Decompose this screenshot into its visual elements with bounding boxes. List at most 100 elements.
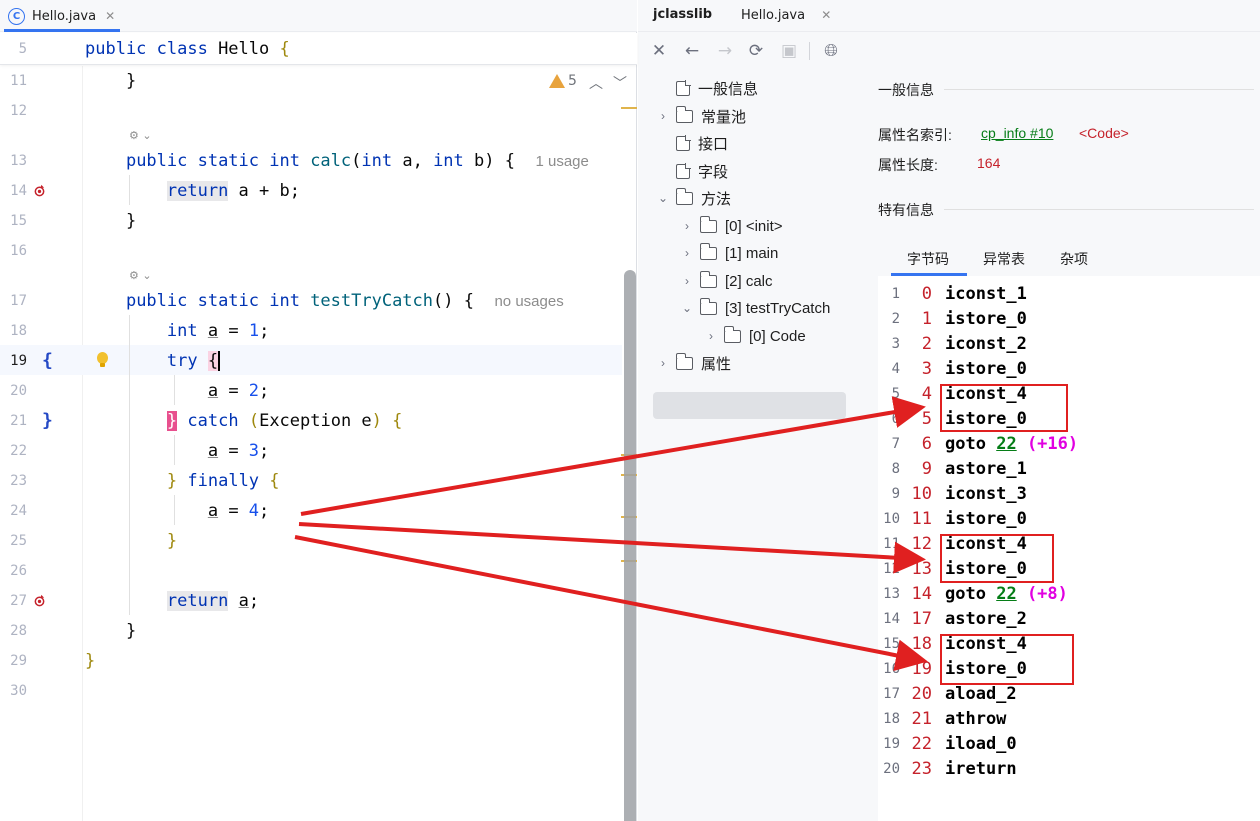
- chevron-right-icon[interactable]: ›: [704, 329, 718, 343]
- bytecode-instruction-row[interactable]: 13 14 goto 22 (+8): [878, 582, 1260, 607]
- bytecode-instruction-row[interactable]: 19 22 iload_0: [878, 732, 1260, 757]
- code-editor[interactable]: C Hello.java ✕ 5 public class Hello { 5 …: [0, 0, 637, 821]
- close-icon[interactable]: ✕: [648, 40, 670, 62]
- bytecode-offset: 23: [911, 759, 932, 779]
- refresh-icon[interactable]: ⟳: [745, 40, 767, 62]
- code-line[interactable]: 12: [0, 96, 622, 126]
- code-line-current[interactable]: 19 { try {: [0, 346, 622, 376]
- chevron-right-icon[interactable]: ›: [656, 109, 670, 123]
- bytecode-instruction-row[interactable]: 11 12 iconst_4: [878, 532, 1260, 557]
- bytecode-instruction-row[interactable]: 2 1 istore_0: [878, 307, 1260, 332]
- opcode: iload_0: [945, 732, 1017, 757]
- bytecode-instruction-row[interactable]: 20 23 ireturn: [878, 757, 1260, 782]
- bytecode-instruction-row[interactable]: 6 5 istore_0: [878, 407, 1260, 432]
- warnings-indicator[interactable]: 5: [549, 73, 577, 89]
- code-line[interactable]: 29 }: [0, 646, 622, 676]
- next-highlight-icon[interactable]: ﹀: [613, 73, 627, 93]
- close-tab-icon[interactable]: ✕: [821, 8, 831, 22]
- tree-item-constant-pool[interactable]: › 常量池: [656, 103, 746, 129]
- class-structure-tree[interactable]: 一般信息 › 常量池 接口 字段 ⌄ 方法 › [0] <init> › [1] mai…: [638, 70, 876, 821]
- usage-hint[interactable]: 1 usage: [535, 153, 588, 170]
- back-arrow-icon[interactable]: ←: [681, 40, 703, 62]
- scope-close-marker[interactable]: }: [42, 406, 53, 436]
- code-line[interactable]: 25 }: [0, 526, 622, 556]
- code-line[interactable]: 27 return a;: [0, 586, 622, 616]
- close-tab-icon[interactable]: ✕: [105, 9, 115, 23]
- bytecode-instruction-row[interactable]: 1 0 iconst_1: [878, 282, 1260, 307]
- previous-highlight-icon[interactable]: ︿: [589, 73, 603, 93]
- save-icon[interactable]: ▣: [778, 40, 800, 62]
- tab-bytecode[interactable]: 字节码: [907, 242, 949, 276]
- code-line[interactable]: 23 } finally {: [0, 466, 622, 496]
- code-line[interactable]: 14 return a + b;: [0, 176, 622, 206]
- usage-hint[interactable]: no usages: [494, 293, 563, 310]
- bytecode-instruction-row[interactable]: 9 10 iconst_3: [878, 482, 1260, 507]
- tree-item-method-testtrycatch[interactable]: ⌄ [3] testTryCatch: [680, 295, 830, 321]
- line-number: 18: [10, 323, 27, 339]
- instruction-index: 19: [883, 736, 900, 752]
- chevron-down-icon[interactable]: ⌄: [656, 191, 670, 205]
- scope-open-marker[interactable]: {: [42, 346, 53, 376]
- active-tab-indicator: [4, 29, 120, 32]
- bytecode-instruction-row[interactable]: 5 4 iconst_4: [878, 382, 1260, 407]
- code-line[interactable]: 26: [0, 556, 622, 586]
- code-line[interactable]: 13 public static int calc(int a, int b) …: [0, 146, 622, 176]
- method-return-marker-icon[interactable]: [33, 184, 46, 197]
- branch-target-link[interactable]: 22: [996, 434, 1016, 454]
- tree-item-method-init[interactable]: › [0] <init>: [680, 213, 783, 239]
- editor-scrollbar-thumb[interactable]: [624, 270, 636, 821]
- code-line[interactable]: 17 public static int testTryCatch() { no…: [0, 286, 622, 316]
- editor-tab-hello-java[interactable]: C Hello.java ✕: [8, 0, 115, 32]
- chevron-right-icon[interactable]: ›: [680, 246, 694, 260]
- code-line[interactable]: 11 }: [0, 66, 622, 96]
- forward-arrow-icon[interactable]: →: [714, 40, 736, 62]
- code-line[interactable]: 24 a = 4;: [0, 496, 622, 526]
- chevron-right-icon[interactable]: ›: [680, 219, 694, 233]
- code-vision-inspect-icon[interactable]: ⚙︎ ⌄: [129, 127, 163, 143]
- annotation-box-catch-finally: [940, 534, 1054, 583]
- tree-item-attributes[interactable]: › 属性: [656, 350, 731, 376]
- tab-misc[interactable]: 杂项: [1060, 242, 1088, 276]
- code-vision-inspect-icon[interactable]: ⚙︎ ⌄: [129, 267, 163, 283]
- globe-icon[interactable]: 🌐︎: [820, 40, 842, 62]
- tab-exception-table[interactable]: 异常表: [983, 242, 1025, 276]
- bytecode-instruction-row[interactable]: 7 6 goto 22 (+16): [878, 432, 1260, 457]
- tree-item-code-attribute[interactable]: › [0] Code: [704, 323, 806, 349]
- tree-item-methods[interactable]: ⌄ 方法: [656, 185, 731, 211]
- code-line[interactable]: 18 int a = 1;: [0, 316, 622, 346]
- tree-item-method-calc[interactable]: › [2] calc: [680, 268, 773, 294]
- bytecode-instruction-row[interactable]: 18 21 athrow: [878, 707, 1260, 732]
- bytecode-instruction-row[interactable]: 12 13 istore_0: [878, 557, 1260, 582]
- chevron-right-icon[interactable]: ›: [680, 274, 694, 288]
- bytecode-instruction-row[interactable]: 10 11 istore_0: [878, 507, 1260, 532]
- opcode-mnemonic: iconst_2: [945, 334, 1027, 354]
- bytecode-instruction-row[interactable]: 8 9 astore_1: [878, 457, 1260, 482]
- tree-item-interfaces[interactable]: 接口: [656, 130, 728, 156]
- code-text: public static int testTryCatch() { no us…: [125, 291, 564, 311]
- code-line[interactable]: 20 a = 2;: [0, 376, 622, 406]
- error-stripe-mark[interactable]: [621, 107, 637, 109]
- code-line[interactable]: 22 a = 3;: [0, 436, 622, 466]
- code-line[interactable]: 16: [0, 236, 622, 266]
- tree-item-method-main[interactable]: › [1] main: [680, 240, 778, 266]
- chevron-down-icon[interactable]: ⌄: [680, 301, 694, 315]
- chevron-right-icon[interactable]: ›: [656, 356, 670, 370]
- tree-item-fields[interactable]: 字段: [656, 158, 728, 184]
- code-line[interactable]: 28 }: [0, 616, 622, 646]
- cp-info-link[interactable]: cp_info #10: [981, 125, 1053, 141]
- line-number: 29: [10, 653, 27, 669]
- folder-icon: [675, 187, 693, 205]
- code-line[interactable]: 30: [0, 676, 622, 706]
- bytecode-instruction-row[interactable]: 3 2 iconst_2: [878, 332, 1260, 357]
- method-return-marker-icon[interactable]: [33, 594, 46, 607]
- jclasslib-tab-hello-java[interactable]: Hello.java ✕: [741, 0, 831, 32]
- jclasslib-title[interactable]: jclasslib: [653, 0, 712, 32]
- branch-target-link[interactable]: 22: [996, 584, 1016, 604]
- bytecode-instruction-row[interactable]: 14 17 astore_2: [878, 607, 1260, 632]
- code-line[interactable]: 21 } } catch (Exception e) {: [0, 406, 622, 436]
- code-line[interactable]: 15 }: [0, 206, 622, 236]
- bytecode-instruction-row[interactable]: 4 3 istore_0: [878, 357, 1260, 382]
- tree-item-general-info[interactable]: 一般信息: [656, 75, 758, 101]
- sticky-header-line[interactable]: 5 public class Hello { 5 ︿ ﹀: [0, 33, 637, 92]
- bytecode-instruction-row[interactable]: 17 20 aload_2: [878, 682, 1260, 707]
